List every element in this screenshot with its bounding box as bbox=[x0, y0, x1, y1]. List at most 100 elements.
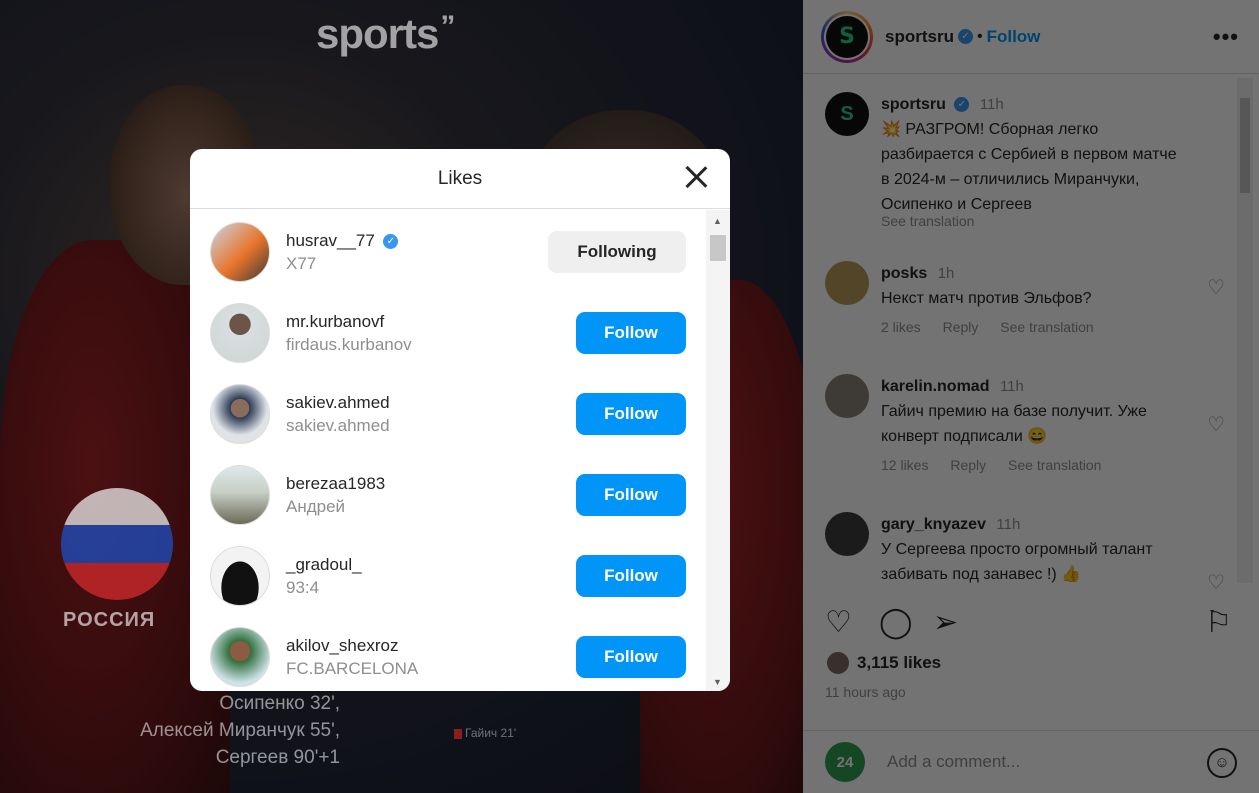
likes-scrollbar[interactable]: ▲ ▼ bbox=[706, 210, 730, 691]
post-actions: ♡ ◯ ➢ ⚐ bbox=[825, 605, 1245, 645]
like-username[interactable]: _gradoul_ bbox=[286, 555, 576, 575]
comment: karelin.nomad 11h Гайич премию на базе п… bbox=[825, 374, 1225, 478]
avatar[interactable] bbox=[210, 546, 270, 606]
add-comment-bar: 24 Add a comment... ☺ bbox=[803, 730, 1259, 793]
likes-count[interactable]: 3,115 likes bbox=[857, 653, 941, 673]
following-button[interactable]: Following bbox=[548, 231, 686, 273]
likes-modal: Likes husrav__77 ✓ X77 Following mr.kurb… bbox=[190, 149, 730, 691]
see-translation-link[interactable]: See translation bbox=[1000, 319, 1093, 335]
like-username[interactable]: mr.kurbanovf bbox=[286, 312, 576, 332]
comments-section: S sportsru ✓ 11h 💥 РАЗГРОМ! Сборная легк… bbox=[803, 75, 1243, 595]
post-panel: S sportsru ✓ • Follow ••• S sportsru ✓ 1… bbox=[803, 0, 1259, 793]
header-username[interactable]: sportsru bbox=[885, 27, 954, 47]
scorer-line: Сергеев 90'+1 bbox=[215, 747, 340, 768]
likes-summary[interactable]: 3,115 likes bbox=[825, 650, 941, 676]
avatar[interactable] bbox=[825, 512, 869, 556]
comment-time: 11h bbox=[999, 378, 1024, 395]
like-heart-icon[interactable]: ♡ bbox=[825, 605, 852, 640]
scorer-line: Алексей Миранчук 55', bbox=[140, 720, 340, 741]
comment-text: У Сергеева просто огромный талант забива… bbox=[881, 541, 1153, 583]
sportsru-logo-icon: S bbox=[826, 15, 868, 58]
like-username[interactable]: husrav__77 bbox=[286, 231, 375, 250]
save-bookmark-icon[interactable]: ⚐ bbox=[1205, 605, 1232, 640]
like-username[interactable]: berezaa1983 bbox=[286, 474, 576, 494]
modal-header: Likes bbox=[190, 149, 730, 209]
list-item: mr.kurbanovf firdaus.kurbanov Follow bbox=[210, 301, 686, 365]
comment-text: Некст матч против Эльфов? bbox=[881, 290, 1092, 307]
modal-title: Likes bbox=[437, 167, 483, 189]
avatar[interactable] bbox=[825, 261, 869, 305]
like-comment-icon[interactable]: ♡ bbox=[1207, 570, 1225, 595]
avatar[interactable] bbox=[825, 374, 869, 418]
sports-brand-logo: sports” bbox=[316, 10, 455, 57]
avatar[interactable]: S bbox=[821, 10, 873, 63]
scroll-down-icon[interactable]: ▼ bbox=[713, 677, 722, 687]
header-follow-button[interactable]: Follow bbox=[987, 27, 1041, 47]
avatar[interactable] bbox=[210, 627, 270, 687]
reply-button[interactable]: Reply bbox=[950, 457, 986, 473]
verified-badge-icon: ✓ bbox=[957, 29, 973, 44]
comment: posks 1h Некст матч против Эльфов? 2 lik… bbox=[825, 261, 1225, 340]
comment-username[interactable]: karelin.nomad bbox=[881, 378, 989, 395]
caption-username[interactable]: sportsru bbox=[881, 96, 946, 113]
caption: S sportsru ✓ 11h 💥 РАЗГРОМ! Сборная легк… bbox=[825, 92, 1225, 234]
like-username[interactable]: akilov_shexroz bbox=[286, 636, 576, 656]
follow-button[interactable]: Follow bbox=[576, 636, 686, 678]
caption-text: 💥 РАЗГРОМ! Сборная легко разбирается с С… bbox=[881, 121, 1177, 213]
caption-time: 11h bbox=[979, 96, 1004, 113]
comment-username[interactable]: posks bbox=[881, 265, 927, 282]
russia-flag-icon bbox=[61, 488, 173, 600]
see-translation-link[interactable]: See translation bbox=[1008, 457, 1101, 473]
emoji-icon[interactable]: ☺ bbox=[1207, 748, 1237, 778]
comment-likes[interactable]: 2 likes bbox=[881, 319, 921, 335]
comment-time: 11h bbox=[996, 516, 1021, 533]
share-send-icon[interactable]: ➢ bbox=[933, 605, 958, 640]
like-fullname: firdaus.kurbanov bbox=[286, 334, 412, 354]
likes-list: husrav__77 ✓ X77 Following mr.kurbanovf … bbox=[190, 210, 706, 691]
reply-button[interactable]: Reply bbox=[943, 319, 979, 335]
avatar bbox=[825, 650, 851, 676]
separator: • bbox=[976, 27, 983, 45]
list-item: sakiev.ahmed sakiev.ahmed Follow bbox=[210, 382, 686, 446]
avatar[interactable] bbox=[210, 303, 270, 363]
verified-badge-icon: ✓ bbox=[954, 97, 970, 113]
list-item: husrav__77 ✓ X77 Following bbox=[210, 220, 686, 284]
comment-time: 1h bbox=[937, 265, 955, 282]
comments-scrollbar[interactable] bbox=[1237, 78, 1253, 583]
avatar[interactable]: S bbox=[825, 92, 869, 136]
comment-bubble-icon[interactable]: ◯ bbox=[879, 605, 913, 640]
avatar: 24 bbox=[825, 742, 865, 782]
more-options-icon[interactable]: ••• bbox=[1213, 24, 1239, 50]
follow-button[interactable]: Follow bbox=[576, 393, 686, 435]
like-comment-icon[interactable]: ♡ bbox=[1207, 275, 1225, 300]
list-item: _gradoul_ 93:4 Follow bbox=[210, 544, 686, 608]
country-label: РОССИЯ bbox=[63, 609, 156, 631]
comment-text: Гайич премию на базе получит. Уже конвер… bbox=[881, 403, 1147, 445]
avatar[interactable] bbox=[210, 222, 270, 282]
scroll-up-icon[interactable]: ▲ bbox=[713, 216, 722, 226]
like-fullname: Андрей bbox=[286, 496, 346, 516]
comment-input[interactable]: Add a comment... bbox=[887, 752, 1020, 772]
avatar[interactable] bbox=[210, 465, 270, 525]
opponent-scorer: Гайич 21' bbox=[454, 726, 516, 740]
close-icon[interactable] bbox=[682, 163, 710, 191]
follow-button[interactable]: Follow bbox=[576, 555, 686, 597]
follow-button[interactable]: Follow bbox=[576, 312, 686, 354]
avatar[interactable] bbox=[210, 384, 270, 444]
like-username[interactable]: sakiev.ahmed bbox=[286, 393, 576, 413]
like-comment-icon[interactable]: ♡ bbox=[1207, 412, 1225, 437]
post-header: S sportsru ✓ • Follow ••• bbox=[803, 0, 1259, 74]
scroll-thumb[interactable] bbox=[710, 235, 726, 261]
like-fullname: 93:4 bbox=[286, 577, 320, 597]
follow-button[interactable]: Follow bbox=[576, 474, 686, 516]
like-fullname: FC.BARCELONA bbox=[286, 658, 419, 678]
comment-likes[interactable]: 12 likes bbox=[881, 457, 928, 473]
verified-badge-icon: ✓ bbox=[383, 233, 399, 249]
scorer-line: Осипенко 32', bbox=[219, 693, 340, 714]
post-timestamp: 11 hours ago bbox=[825, 684, 906, 700]
list-item: berezaa1983 Андрей Follow bbox=[210, 463, 686, 527]
comment-username[interactable]: gary_knyazev bbox=[881, 516, 986, 533]
comment: gary_knyazev 11h У Сергеева просто огром… bbox=[825, 512, 1225, 594]
like-fullname: X77 bbox=[286, 253, 317, 273]
like-fullname: sakiev.ahmed bbox=[286, 415, 390, 435]
